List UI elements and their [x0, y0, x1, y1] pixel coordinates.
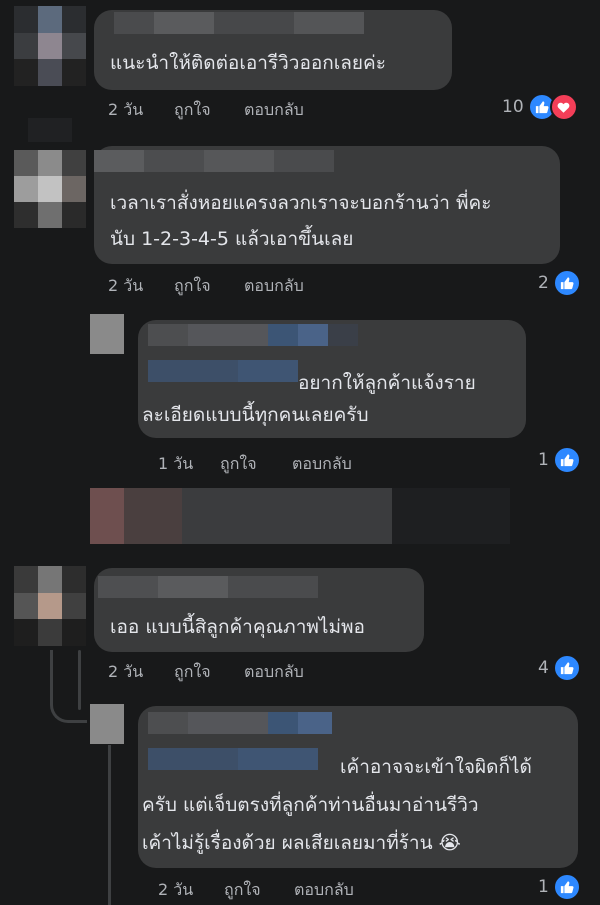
reaction-count: 10	[502, 97, 524, 117]
like-button[interactable]: ถูกใจ	[174, 274, 211, 299]
reply-bubble: อยากให้ลูกค้าแจ้งราย ละเอียดแบบนี้ทุกคนเ…	[138, 320, 526, 438]
reaction-count: 2	[538, 273, 549, 293]
author-name-blurred[interactable]	[148, 712, 332, 734]
reaction-summary[interactable]: 2	[538, 269, 581, 297]
avatar[interactable]	[14, 6, 86, 86]
author-name-blurred[interactable]	[148, 748, 318, 770]
comment-time[interactable]: 1 วัน	[158, 452, 193, 477]
avatar[interactable]	[90, 704, 124, 744]
comment-text-line: ครับ แต่เจ็บตรงที่ลูกค้าท่านอื่นมาอ่านรี…	[142, 794, 479, 816]
author-name-blurred[interactable]	[148, 360, 298, 382]
reaction-summary[interactable]: 4	[538, 654, 581, 682]
comment-bubble: แนะนำให้ติดต่อเอารีวิวออกเลยค่ะ	[94, 10, 452, 90]
reply-button[interactable]: ตอบกลับ	[244, 98, 304, 123]
reaction-summary[interactable]: 1	[538, 873, 581, 901]
comment-time[interactable]: 2 วัน	[158, 878, 193, 903]
reaction-count: 1	[538, 450, 549, 470]
comment-text-line: อยากให้ลูกค้าแจ้งราย	[298, 372, 476, 394]
like-button[interactable]: ถูกใจ	[224, 878, 261, 903]
thread-line-curve	[50, 650, 87, 723]
reply-button[interactable]: ตอบกลับ	[244, 274, 304, 299]
heart-icon	[549, 93, 578, 121]
comment-text-line: ละเอียดแบบนี้ทุกคนเลยครับ	[142, 404, 369, 426]
like-icon	[552, 269, 581, 297]
reaction-summary[interactable]: 1	[538, 446, 581, 474]
avatar[interactable]	[14, 150, 86, 228]
reply-button[interactable]: ตอบกลับ	[294, 878, 354, 903]
like-button[interactable]: ถูกใจ	[174, 660, 211, 685]
thread-line	[108, 745, 111, 905]
avatar[interactable]	[90, 314, 124, 354]
comment-text-line: เวลาเราสั่งหอยแครงลวกเราจะบอกร้านว่า พี่…	[110, 192, 492, 214]
reaction-summary[interactable]: 10	[502, 93, 578, 121]
like-button[interactable]: ถูกใจ	[220, 452, 257, 477]
reply-bubble: เค้าอาจจะเข้าใจผิดก็ได้ ครับ แต่เจ็บตรงท…	[138, 706, 578, 868]
author-name-blurred[interactable]	[98, 576, 318, 598]
comment-bubble: เวลาเราสั่งหอยแครงลวกเราจะบอกร้านว่า พี่…	[94, 146, 560, 264]
reaction-count: 1	[538, 877, 549, 897]
reaction-count: 4	[538, 658, 549, 678]
comment-time[interactable]: 2 วัน	[108, 660, 143, 685]
author-name-blurred[interactable]	[114, 12, 364, 34]
comment-bubble: เออ แบบนี้สิลูกค้าคุณภาพไม่พอ	[94, 568, 424, 652]
comment-time[interactable]: 2 วัน	[108, 274, 143, 299]
blurred-strip	[28, 118, 72, 142]
comment-text-line: เค้าอาจจะเข้าใจผิดก็ได้	[340, 756, 532, 778]
comment-text-line: นับ 1-2-3-4-5 แล้วเอาขึ้นเลย	[110, 228, 354, 250]
comment-time[interactable]: 2 วัน	[108, 98, 143, 123]
like-icon	[552, 873, 581, 901]
reply-button[interactable]: ตอบกลับ	[244, 660, 304, 685]
like-icon	[552, 654, 581, 682]
comment-text: แนะนำให้ติดต่อเอารีวิวออกเลยค่ะ	[110, 52, 386, 74]
blurred-reply-row[interactable]	[90, 488, 510, 544]
like-icon	[552, 446, 581, 474]
author-name-blurred[interactable]	[148, 324, 358, 346]
like-button[interactable]: ถูกใจ	[174, 98, 211, 123]
comment-text: เออ แบบนี้สิลูกค้าคุณภาพไม่พอ	[110, 616, 365, 638]
comment-text-line: เค้าไม่รู้เรื่องด้วย ผลเสียเลยมาที่ร้าน …	[142, 832, 461, 854]
avatar[interactable]	[14, 566, 86, 646]
author-name-blurred[interactable]	[94, 150, 334, 172]
reply-button[interactable]: ตอบกลับ	[292, 452, 352, 477]
